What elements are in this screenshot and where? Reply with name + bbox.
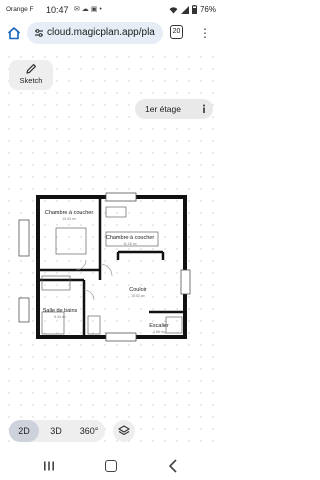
status-bar: Orange F 10:47 ✉ ☁ ▣ • 76%	[0, 0, 222, 20]
room-label-bathroom: Salle de bains	[43, 308, 78, 314]
layers-button[interactable]	[113, 420, 135, 442]
room-label-bedroom-1: Chambre à coucher	[45, 210, 93, 216]
site-settings-icon[interactable]	[34, 28, 44, 38]
back-icon[interactable]	[168, 459, 178, 473]
view-2d-button[interactable]: 2D	[9, 420, 39, 442]
room-label-stairs: Escalier	[149, 323, 169, 329]
home-icon[interactable]	[7, 26, 21, 40]
carrier-name: Orange F	[6, 6, 34, 13]
floor-selector[interactable]: 1er étage	[135, 99, 213, 119]
view-3d-button[interactable]: 3D	[41, 420, 71, 442]
room-area-hallway: 15.52 m²	[131, 294, 146, 298]
battery-icon	[191, 5, 197, 14]
status-right: 76%	[169, 5, 216, 14]
room-area-stairs: 3.68 m²	[153, 330, 166, 334]
sketch-pencil-icon	[26, 63, 36, 74]
status-time: 10:47	[46, 5, 69, 15]
floor-plan[interactable]: Chambre à coucher 13.93 m² Chambre à cou…	[16, 180, 206, 360]
signal-icon	[180, 5, 189, 14]
tab-switcher-button[interactable]: 20	[170, 25, 183, 39]
info-icon[interactable]	[198, 103, 210, 115]
more-vert-icon[interactable]: ⋮	[198, 24, 212, 42]
notification-icons: ✉ ☁ ▣ •	[74, 6, 102, 13]
sketch-button[interactable]: Sketch	[9, 60, 53, 90]
browser-bar: cloud.magicplan.app/pla 20 ⋮	[0, 20, 222, 46]
app-screen: Orange F 10:47 ✉ ☁ ▣ • 76% cloud.magicpl…	[0, 0, 222, 480]
recents-icon[interactable]	[43, 461, 55, 471]
url-text[interactable]: cloud.magicplan.app/pla	[47, 27, 159, 38]
room-area-bathroom: 5.34 m²	[54, 315, 67, 319]
nav-home-icon[interactable]	[105, 460, 117, 472]
address-bar[interactable]: cloud.magicplan.app/pla	[27, 22, 163, 44]
floor-label: 1er étage	[145, 104, 181, 114]
room-label-hallway: Couloir	[129, 287, 147, 293]
system-nav-bar	[0, 452, 222, 480]
room-area-bedroom-1: 13.93 m²	[62, 217, 77, 221]
sketch-label: Sketch	[19, 76, 43, 85]
wifi-icon	[169, 6, 178, 13]
room-label-bedroom-2: Chambre à coucher	[106, 235, 154, 241]
battery-percent: 76%	[199, 5, 216, 14]
room-area-bedroom-2: 11.18 m²	[123, 242, 137, 246]
layers-icon	[118, 425, 130, 436]
view-mode-toggle: 2D 3D 360°	[9, 420, 105, 442]
view-360-button[interactable]: 360°	[73, 420, 105, 442]
